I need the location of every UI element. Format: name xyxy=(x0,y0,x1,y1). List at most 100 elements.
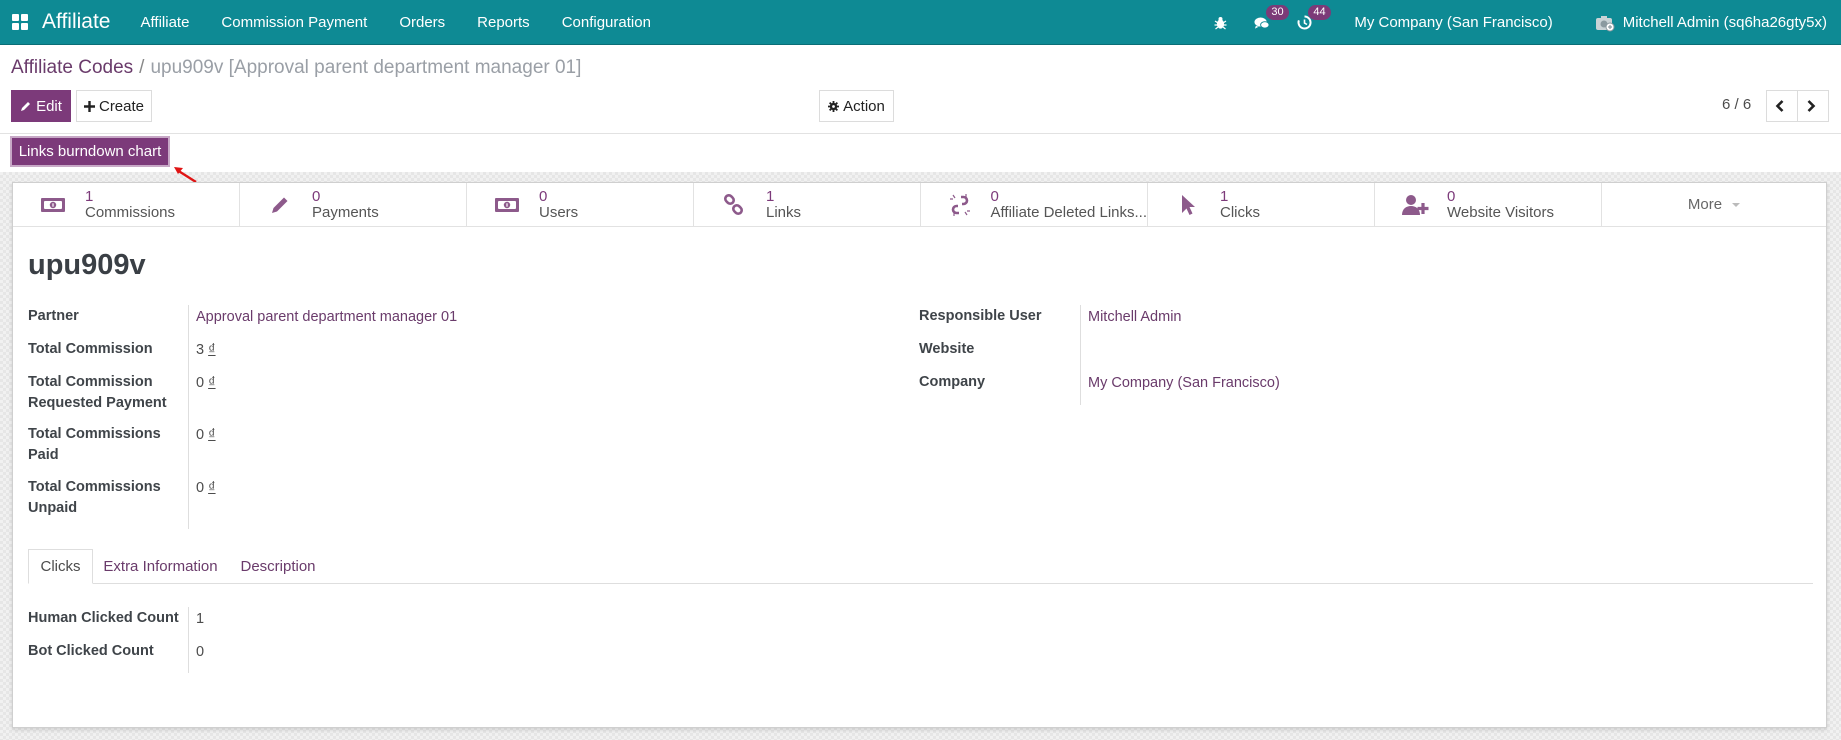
clicks-count: 1 xyxy=(1220,188,1229,205)
messages-badge: 30 xyxy=(1266,4,1289,20)
payments-label: Payments xyxy=(312,204,379,221)
breadcrumb-current: upu909v [Approval parent department mana… xyxy=(150,57,582,78)
human-clicked-count-label: Human Clicked Count xyxy=(28,610,179,626)
top-navbar: Affiliate Affiliate Commission Payment O… xyxy=(0,0,1841,45)
apps-menu-icon[interactable] xyxy=(12,14,28,30)
paid-amount: 0 xyxy=(196,427,205,443)
edit-label: Edit xyxy=(36,97,62,115)
gear-icon xyxy=(828,100,840,112)
users-count: 0 xyxy=(539,188,548,205)
links-count: 1 xyxy=(766,188,775,205)
action-label: Action xyxy=(843,97,885,115)
requested-payment-amount: 0 xyxy=(196,375,205,391)
debug-bug-icon[interactable] xyxy=(1212,15,1228,31)
menu-configuration[interactable]: Configuration xyxy=(562,14,651,31)
chevron-left-icon xyxy=(1775,100,1784,112)
plus-icon xyxy=(83,100,95,112)
total-commissions-paid-label: Total Commissions Paid xyxy=(28,426,161,463)
currency-symbol: ₫ xyxy=(208,375,216,391)
activities-clock-icon[interactable]: 44 xyxy=(1296,4,1331,31)
bot-clicked-count-value: 0 xyxy=(196,644,205,660)
breadcrumb-parent[interactable]: Affiliate Codes xyxy=(11,57,133,78)
edit-button[interactable]: Edit xyxy=(11,90,71,122)
smart-button-commissions[interactable]: 1 Commissions xyxy=(13,183,240,227)
responsible-user-value[interactable]: Mitchell Admin xyxy=(1088,307,1181,328)
pager-previous-button[interactable] xyxy=(1766,90,1798,122)
total-commission-label: Total Commission xyxy=(28,341,153,357)
total-commissions-unpaid-label: Total Commissions Unpaid xyxy=(28,479,161,516)
responsible-user-label: Responsible User xyxy=(919,308,1042,324)
company-switcher[interactable]: My Company (San Francisco) xyxy=(1354,14,1552,31)
cursor-icon xyxy=(1182,195,1195,215)
smart-button-affiliate-deleted-links[interactable]: 0 Affiliate Deleted Links... xyxy=(921,183,1148,227)
form-sheet: 1 Commissions 0 Payments 0 Users 1 Links 0 Af… xyxy=(12,182,1827,728)
total-commission-requested-payment-value: 0 ₫ xyxy=(196,373,216,394)
user-menu[interactable]: Mitchell Admin (sq6ha26gty5x) xyxy=(1595,14,1827,32)
commissions-label: Commissions xyxy=(85,204,176,221)
menu-commission-payment[interactable]: Commission Payment xyxy=(221,14,367,31)
user-name: Mitchell Admin (sq6ha26gty5x) xyxy=(1622,14,1827,31)
total-commissions-paid-value: 0 ₫ xyxy=(196,425,216,446)
human-clicked-count-value: 1 xyxy=(196,611,205,627)
tab-extra-information[interactable]: Extra Information xyxy=(93,549,228,584)
left-group-separator xyxy=(188,305,189,529)
notebook-tabs: Clicks Extra Information Description xyxy=(28,549,1813,584)
more-dropdown-button[interactable]: More xyxy=(1602,183,1826,226)
menu-affiliate[interactable]: Affiliate xyxy=(141,14,190,31)
total-commission-requested-payment-label: Total Commission Requested Payment xyxy=(28,374,167,411)
menu-reports[interactable]: Reports xyxy=(477,14,530,31)
company-label: Company xyxy=(919,374,986,390)
messages-icon[interactable]: 30 xyxy=(1254,4,1289,31)
currency-symbol: ₫ xyxy=(208,342,216,358)
unlink-icon xyxy=(949,194,970,216)
partner-value[interactable]: Approval parent department manager 01 xyxy=(196,307,457,328)
link-icon xyxy=(723,194,744,216)
total-commissions-unpaid-value: 0 ₫ xyxy=(196,478,216,499)
payments-count: 0 xyxy=(312,188,321,205)
links-burndown-chart-button[interactable]: Links burndown chart xyxy=(10,136,170,167)
create-button[interactable]: Create xyxy=(76,90,152,122)
user-plus-icon xyxy=(1402,195,1429,215)
company-value[interactable]: My Company (San Francisco) xyxy=(1088,373,1280,394)
users-label: Users xyxy=(539,204,579,221)
pager-value[interactable]: 6 / 6 xyxy=(1722,96,1751,113)
activities-badge: 44 xyxy=(1308,4,1331,20)
total-commission-value: 3 ₫ xyxy=(196,340,216,361)
smart-button-links[interactable]: 1 Links xyxy=(694,183,921,227)
currency-symbol: ₫ xyxy=(208,480,216,496)
website-visitors-count: 0 xyxy=(1447,188,1456,205)
deleted-links-count: 0 xyxy=(990,188,999,205)
tab-description[interactable]: Description xyxy=(228,549,328,584)
control-panel-divider xyxy=(0,133,1841,134)
currency-symbol: ₫ xyxy=(208,427,216,443)
pager-next-button[interactable] xyxy=(1797,90,1829,122)
website-label: Website xyxy=(919,341,975,357)
money-icon xyxy=(495,198,519,212)
website-visitors-label: Website Visitors xyxy=(1447,204,1554,221)
smart-button-website-visitors[interactable]: 0 Website Visitors xyxy=(1375,183,1602,227)
clicks-group-separator xyxy=(188,607,189,673)
more-label: More xyxy=(1687,196,1723,213)
breadcrumb: Affiliate Codes / upu909v [Approval parent… xyxy=(11,57,581,79)
action-dropdown-button[interactable]: Action xyxy=(819,90,894,122)
commissions-count: 1 xyxy=(85,188,94,205)
total-commission-amount: 3 xyxy=(196,342,205,358)
smart-button-users[interactable]: 0 Users xyxy=(467,183,694,227)
breadcrumb-separator: / xyxy=(139,57,145,78)
pencil-icon xyxy=(21,102,31,111)
chevron-right-icon xyxy=(1807,100,1816,112)
tab-clicks[interactable]: Clicks xyxy=(28,549,93,584)
caret-down-icon xyxy=(1732,202,1741,207)
record-title: upu909v xyxy=(28,249,146,281)
menu-orders[interactable]: Orders xyxy=(399,14,445,31)
right-group-separator xyxy=(1080,305,1081,405)
app-brand[interactable]: Affiliate xyxy=(42,10,111,34)
smart-button-box: 1 Commissions 0 Payments 0 Users 1 Links 0 Af… xyxy=(13,183,1826,227)
smart-button-payments[interactable]: 0 Payments xyxy=(240,183,467,227)
clicks-label: Clicks xyxy=(1220,204,1260,221)
smart-button-clicks[interactable]: 1 Clicks xyxy=(1148,183,1375,227)
bot-clicked-count-label: Bot Clicked Count xyxy=(28,643,154,659)
partner-label: Partner xyxy=(28,308,79,324)
pencil-icon xyxy=(272,197,288,213)
money-icon xyxy=(41,198,65,212)
